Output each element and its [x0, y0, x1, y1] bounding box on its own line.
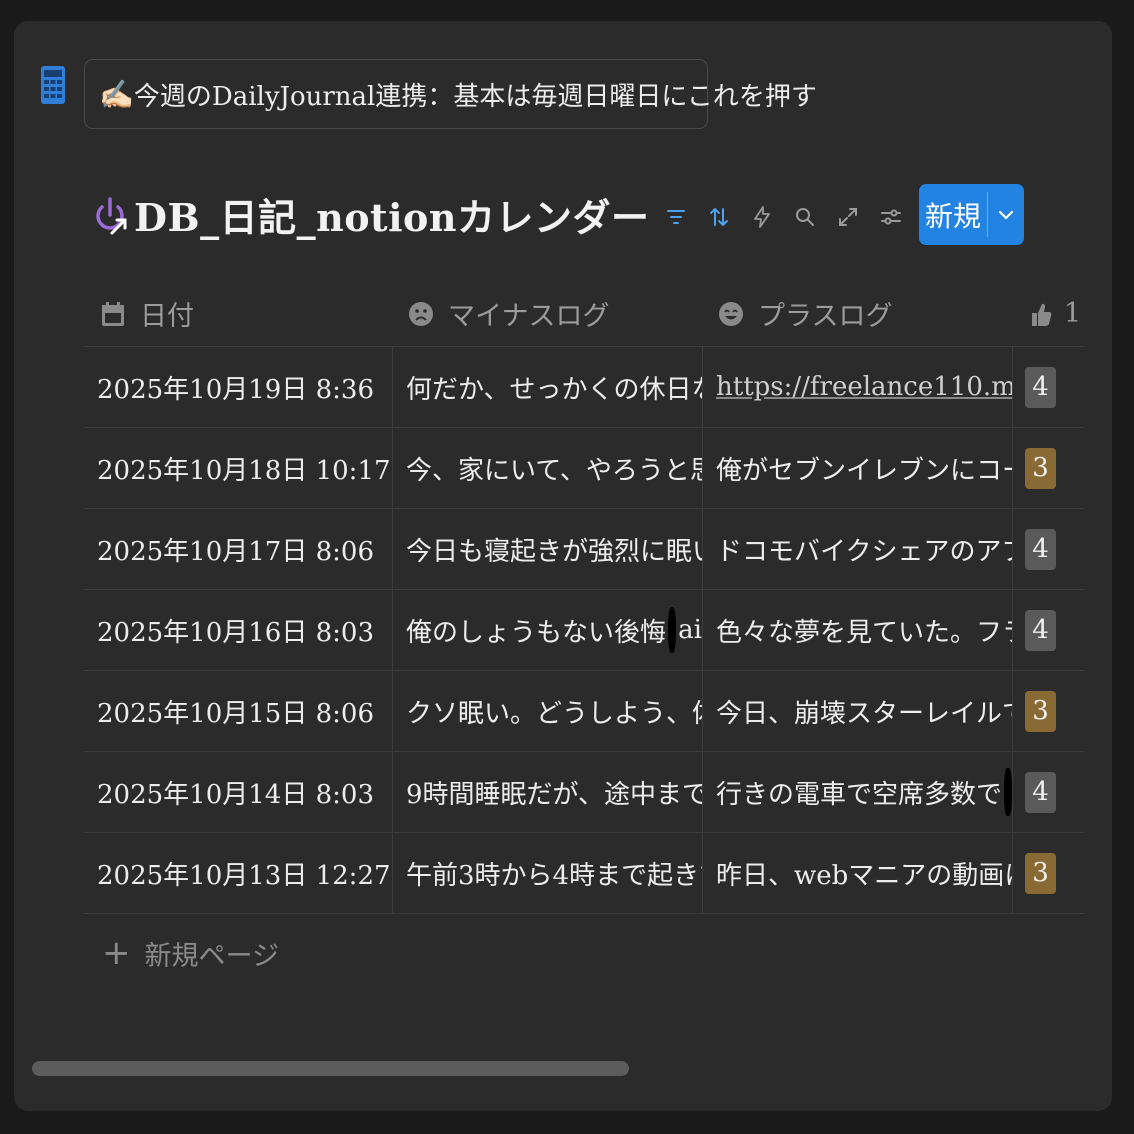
table-row[interactable]: 2025年10月19日 8:36 何だか、せっかくの休日なのに https://… [84, 347, 1084, 428]
minus-log-text: 俺のしょうもない後悔 [406, 617, 667, 648]
plus-log-cell[interactable]: ドコモバイクシェアのアプリ入 [702, 509, 1012, 589]
minus-log-cell[interactable]: 9時間睡眠だが、途中まで扇風 [392, 752, 702, 832]
database-title[interactable]: DB_日記_notionカレンダー [134, 187, 650, 242]
score-badge: 4 [1025, 528, 1056, 570]
new-dropdown-button[interactable] [988, 184, 1024, 245]
plus-log-cell[interactable]: 行きの電車で空席多数で [702, 752, 1012, 832]
plus-icon: + [102, 933, 131, 973]
column-header-score[interactable]: 1| [1024, 281, 1084, 346]
new-button-group: 新規 [919, 184, 1024, 245]
score-badge: 3 [1025, 690, 1056, 732]
calendar-icon [96, 297, 130, 331]
plus-log-cell[interactable]: 俺がセブンイレブンにコーヒー [702, 428, 1012, 508]
column-header-label: プラスログ [758, 301, 893, 332]
redacted-block [1004, 768, 1012, 816]
column-header-minus[interactable]: マイナスログ [404, 281, 609, 346]
database-panel: ✍🏻 今週のDailyJournal連携：基本は毎週日曜日にこれを押す DB_日… [14, 21, 1112, 1111]
date-cell[interactable]: 2025年10月15日 8:06 [84, 671, 392, 751]
plus-log-cell[interactable]: 今日、崩壊スターレイルでタン [702, 671, 1012, 751]
new-button[interactable]: 新規 [919, 184, 987, 245]
date-cell[interactable]: 2025年10月18日 10:17 [84, 428, 392, 508]
minus-log-cell[interactable]: クソ眠い。どうしよう、体調不 [392, 671, 702, 751]
score-cell[interactable]: 4 [1012, 347, 1084, 427]
settings-icon[interactable] [869, 197, 912, 237]
score-cell[interactable]: 3 [1012, 833, 1084, 913]
table-row[interactable]: 2025年10月18日 10:17 今、家にいて、やろうと思えば 俺がセブンイレ… [84, 428, 1084, 509]
score-badge: 3 [1025, 447, 1056, 489]
thumbs-up-icon [1024, 297, 1058, 331]
column-header-date[interactable]: 日付 [96, 281, 194, 346]
table-row[interactable]: 2025年10月16日 8:03 俺のしょうもない後悔 ai 色々な夢を見ていた… [84, 590, 1084, 671]
score-badge: 4 [1025, 366, 1056, 408]
plus-log-cell[interactable]: 色々な夢を見ていた。フライト [702, 590, 1012, 670]
date-cell[interactable]: 2025年10月16日 8:03 [84, 590, 392, 670]
chevron-down-icon [998, 210, 1014, 220]
power-link-icon[interactable] [90, 193, 130, 237]
smile-icon [714, 297, 748, 331]
frown-icon [404, 297, 438, 331]
database-header: DB_日記_notionカレンダー [90, 187, 650, 242]
minus-log-cell[interactable]: 今日も寝起きが強烈に眠い。つ [392, 509, 702, 589]
date-cell[interactable]: 2025年10月17日 8:06 [84, 509, 392, 589]
score-badge: 4 [1025, 609, 1056, 651]
horizontal-scrollbar[interactable] [32, 1061, 629, 1076]
table-row[interactable]: 2025年10月14日 8:03 9時間睡眠だが、途中まで扇風 行きの電車で空席… [84, 752, 1084, 833]
table-body: 2025年10月19日 8:36 何だか、せっかくの休日なのに https://… [84, 346, 1084, 914]
minus-log-text-tail: ai [678, 615, 702, 645]
minus-log-cell[interactable]: 今、家にいて、やろうと思えば [392, 428, 702, 508]
score-cell[interactable]: 4 [1012, 590, 1084, 670]
table-header: 日付 マイナスログ プラスログ 1| [84, 281, 1084, 346]
writing-hand-icon: ✍🏻 [99, 77, 134, 111]
callout-text: 今週のDailyJournal連携：基本は毎週日曜日にこれを押す [133, 81, 817, 112]
date-cell[interactable]: 2025年10月19日 8:36 [84, 347, 392, 427]
score-cell[interactable]: 3 [1012, 428, 1084, 508]
new-page-button[interactable]: + 新規ページ [102, 933, 279, 973]
callout-button[interactable]: ✍🏻 今週のDailyJournal連携：基本は毎週日曜日にこれを押す [84, 59, 817, 129]
expand-icon[interactable] [826, 197, 869, 237]
new-page-label: 新規ページ [144, 940, 279, 972]
database-toolbar [654, 197, 912, 237]
filter-icon[interactable] [654, 197, 697, 237]
table-row[interactable]: 2025年10月17日 8:06 今日も寝起きが強烈に眠い。つ ドコモバイクシェ… [84, 509, 1084, 590]
sort-icon[interactable] [697, 197, 740, 237]
table-row[interactable]: 2025年10月13日 12:27 午前3時から4時まで起きていた 昨日、web… [84, 833, 1084, 914]
column-header-label: 日付 [140, 301, 194, 332]
url-link[interactable]: https://freelance110.mhlw.go.j [716, 372, 1012, 402]
database-table: 日付 マイナスログ プラスログ 1| [84, 281, 1084, 921]
date-cell[interactable]: 2025年10月13日 12:27 [84, 833, 392, 913]
search-icon[interactable] [783, 197, 826, 237]
minus-log-cell[interactable]: 俺のしょうもない後悔 ai [392, 590, 702, 670]
plus-log-cell[interactable]: https://freelance110.mhlw.go.j [702, 347, 1012, 427]
calculator-icon[interactable] [40, 65, 66, 105]
score-cell[interactable]: 4 [1012, 752, 1084, 832]
plus-log-text: 行きの電車で空席多数で [716, 779, 1003, 810]
score-cell[interactable]: 4 [1012, 509, 1084, 589]
table-row[interactable]: 2025年10月15日 8:06 クソ眠い。どうしよう、体調不 今日、崩壊スター… [84, 671, 1084, 752]
minus-log-cell[interactable]: 午前3時から4時まで起きていた [392, 833, 702, 913]
score-cell[interactable]: 3 [1012, 671, 1084, 751]
score-badge: 3 [1025, 852, 1056, 894]
column-header-plus[interactable]: プラスログ [714, 281, 892, 346]
redacted-block [668, 607, 677, 653]
score-badge: 4 [1025, 771, 1056, 813]
column-header-label: マイナスログ [448, 301, 610, 332]
plus-log-cell[interactable]: 昨日、webマニアの動画にした [702, 833, 1012, 913]
column-header-label: 1| [1064, 298, 1084, 329]
minus-log-cell[interactable]: 何だか、せっかくの休日なのに [392, 347, 702, 427]
automation-icon[interactable] [740, 197, 783, 237]
date-cell[interactable]: 2025年10月14日 8:03 [84, 752, 392, 832]
